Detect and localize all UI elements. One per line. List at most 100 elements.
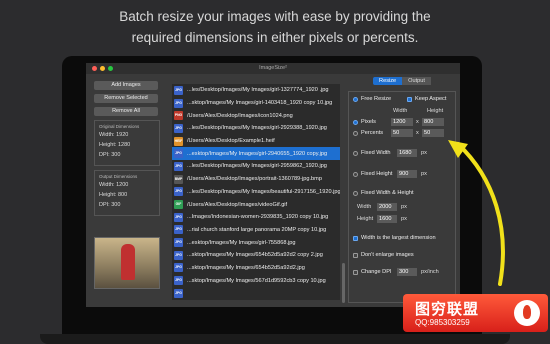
file-type-icon: JPG <box>174 263 183 273</box>
fixed-width-input[interactable]: 1680 <box>397 149 417 157</box>
tab-resize[interactable]: Resize <box>373 77 403 85</box>
pixels-height-input[interactable]: 800 <box>422 118 444 126</box>
fixed-wh-height-label: Height <box>357 216 374 222</box>
laptop-base <box>40 334 510 344</box>
percents-radio[interactable] <box>353 130 358 136</box>
resize-pane: Free Resize Keep Aspect Width Height Pix… <box>348 91 456 303</box>
file-list-item[interactable]: BMP/Users/Alex/Desktop/Images/portrait-1… <box>172 173 340 186</box>
remove-all-button[interactable]: Remove All <box>94 107 158 116</box>
file-path: ...les/Desktop/Images/My Images/girl-132… <box>187 87 329 94</box>
width-largest-label: Width is the largest dimension <box>361 235 436 241</box>
original-width: Width: 1920 <box>99 132 129 138</box>
pixels-radio[interactable] <box>353 119 358 125</box>
change-dpi-checkbox[interactable] <box>353 269 358 275</box>
file-list-item[interactable]: JPG <box>172 287 340 300</box>
percents-label: Percents <box>361 130 384 136</box>
change-dpi-label: Change DPI <box>361 269 392 275</box>
fixed-wh-option[interactable]: Fixed Width & Height <box>353 190 414 196</box>
percents-height-input[interactable]: 50 <box>422 129 444 137</box>
pixels-option[interactable]: Pixels <box>353 119 376 125</box>
height-column-label: Height <box>427 108 444 114</box>
file-list-scrollbar[interactable] <box>342 263 345 303</box>
fixed-wh-width-input[interactable]: 2000 <box>377 203 397 211</box>
file-path: ...sktop/Images/My Images/654b52d5a92d2.… <box>187 264 305 271</box>
free-resize-radio[interactable] <box>353 96 358 102</box>
percents-times-label: x <box>416 130 419 136</box>
file-type-icon: JPG <box>174 288 183 298</box>
yellow-arrow <box>448 140 505 286</box>
fixed-height-input[interactable]: 900 <box>397 170 417 178</box>
fixed-width-label: Fixed Width <box>361 150 391 156</box>
headline-line-1: Batch resize your images with ease by pr… <box>119 9 431 24</box>
width-largest-checkbox[interactable] <box>353 235 358 241</box>
keep-aspect-checkbox[interactable] <box>407 96 412 102</box>
file-list-item[interactable]: GIF/Users/Alex/Desktop/Images/videoGif.g… <box>172 198 340 211</box>
fixed-wh-height-input[interactable]: 1600 <box>377 215 397 223</box>
flame-logo-icon <box>514 300 540 326</box>
keep-aspect-option[interactable]: Keep Aspect <box>407 96 446 102</box>
file-path: /Users/Alex/Desktop/Example1.heif <box>187 138 275 145</box>
file-list-item[interactable]: JPG ...sktop/Images/My Images/654b52d5a92… <box>172 249 340 262</box>
file-list-item[interactable]: JPG ...sktop/Images/My Images/567d1d9592c… <box>172 274 340 287</box>
file-list-item[interactable]: JPG ...rial church stanford large panoram… <box>172 224 340 237</box>
file-path: ...sktop/Images/My Images/girl-1403418_1… <box>187 100 333 107</box>
watermark-title: 图穷联盟 <box>415 301 480 318</box>
file-type-icon: JPG <box>174 98 183 108</box>
fixed-height-unit: px <box>421 171 427 177</box>
percents-option[interactable]: Percents <box>353 130 383 136</box>
free-resize-option[interactable]: Free Resize <box>353 96 391 102</box>
left-panel: Add Images Remove Selected Remove All Or… <box>94 81 164 216</box>
add-images-button[interactable]: Add Images <box>94 81 158 90</box>
fixed-wh-radio[interactable] <box>353 190 358 196</box>
file-list-item[interactable]: JPG ...sktop/Images/My Images/654b52d5a92… <box>172 262 340 275</box>
app-window: ImageSize² Add Images Remove Selected Re… <box>86 63 460 307</box>
file-list-item[interactable]: JPG ...les/Desktop/Images/My Images/girl-… <box>172 122 340 135</box>
file-type-icon: JPG <box>174 250 183 260</box>
dont-enlarge-label: Don't enlarge images <box>361 252 414 258</box>
width-largest-option[interactable]: Width is the largest dimension <box>353 235 436 241</box>
keep-aspect-label: Keep Aspect <box>415 96 447 102</box>
file-list-item[interactable]: JPG ...les/Desktop/Images/My Images/beaut… <box>172 186 340 199</box>
file-list-item[interactable]: JPG ...les/Desktop/Images/My Images/girl-… <box>172 84 340 97</box>
file-list-item[interactable]: JPG ...esktop/Images/My Images/girl-29406… <box>172 147 340 161</box>
remove-selected-button[interactable]: Remove Selected <box>94 94 158 103</box>
dont-enlarge-checkbox[interactable] <box>353 252 358 258</box>
file-type-icon: JPG <box>174 238 183 248</box>
change-dpi-option[interactable]: Change DPI <box>353 269 391 275</box>
fixed-width-option[interactable]: Fixed Width <box>353 150 391 156</box>
file-list-item[interactable]: HEIF/Users/Alex/Desktop/Example1.heif <box>172 135 340 148</box>
file-type-icon: BMP <box>174 174 183 184</box>
tab-output[interactable]: Output <box>402 77 431 85</box>
file-list-item[interactable]: JPG ...les/Desktop/Images/My Images/girl-… <box>172 160 340 173</box>
original-height: Height: 1280 <box>99 142 131 148</box>
headline-line-2: required dimensions in either pixels or … <box>131 30 419 45</box>
file-path: ...sktop/Images/My Images/567d1d9592cb3 … <box>187 277 326 284</box>
titlebar: ImageSize² <box>86 63 460 74</box>
original-dimensions-header: Original Dimensions <box>99 124 140 129</box>
watermark-badge: 图穷联盟 QQ:985303259 <box>403 294 548 332</box>
pixels-label: Pixels <box>361 119 376 125</box>
fixed-width-radio[interactable] <box>353 150 358 156</box>
fixed-height-radio[interactable] <box>353 171 358 177</box>
fixed-width-unit: px <box>421 150 427 156</box>
fixed-wh-width-unit: px <box>401 204 407 210</box>
window-title: ImageSize² <box>259 65 287 71</box>
dpi-input[interactable]: 300 <box>397 268 417 276</box>
image-preview <box>94 237 160 289</box>
pixels-width-input[interactable]: 1200 <box>391 118 413 126</box>
file-list[interactable]: JPG ...les/Desktop/Images/My Images/girl-… <box>172 84 340 300</box>
file-list-item[interactable]: JPG ...Images/Indonesian-women-2939835_19… <box>172 211 340 224</box>
file-list-item[interactable]: JPG ...esktop/Images/My Images/girl-75586… <box>172 236 340 249</box>
file-list-item[interactable]: JPG ...sktop/Images/My Images/girl-140341… <box>172 97 340 110</box>
file-type-icon: HEIF <box>174 136 183 146</box>
fixed-height-label: Fixed Height <box>361 171 393 177</box>
file-type-icon: JPG <box>174 276 183 286</box>
file-list-item[interactable]: PNG/Users/Alex/Desktop/Images/icon1024.p… <box>172 109 340 122</box>
dont-enlarge-option[interactable]: Don't enlarge images <box>353 252 414 258</box>
file-type-icon: JPG <box>174 187 183 197</box>
percents-width-input[interactable]: 50 <box>391 129 413 137</box>
file-type-icon: PNG <box>174 111 183 121</box>
file-type-icon: JPG <box>174 212 183 222</box>
settings-tabs: Resize Output <box>348 77 456 85</box>
fixed-height-option[interactable]: Fixed Height <box>353 171 392 177</box>
